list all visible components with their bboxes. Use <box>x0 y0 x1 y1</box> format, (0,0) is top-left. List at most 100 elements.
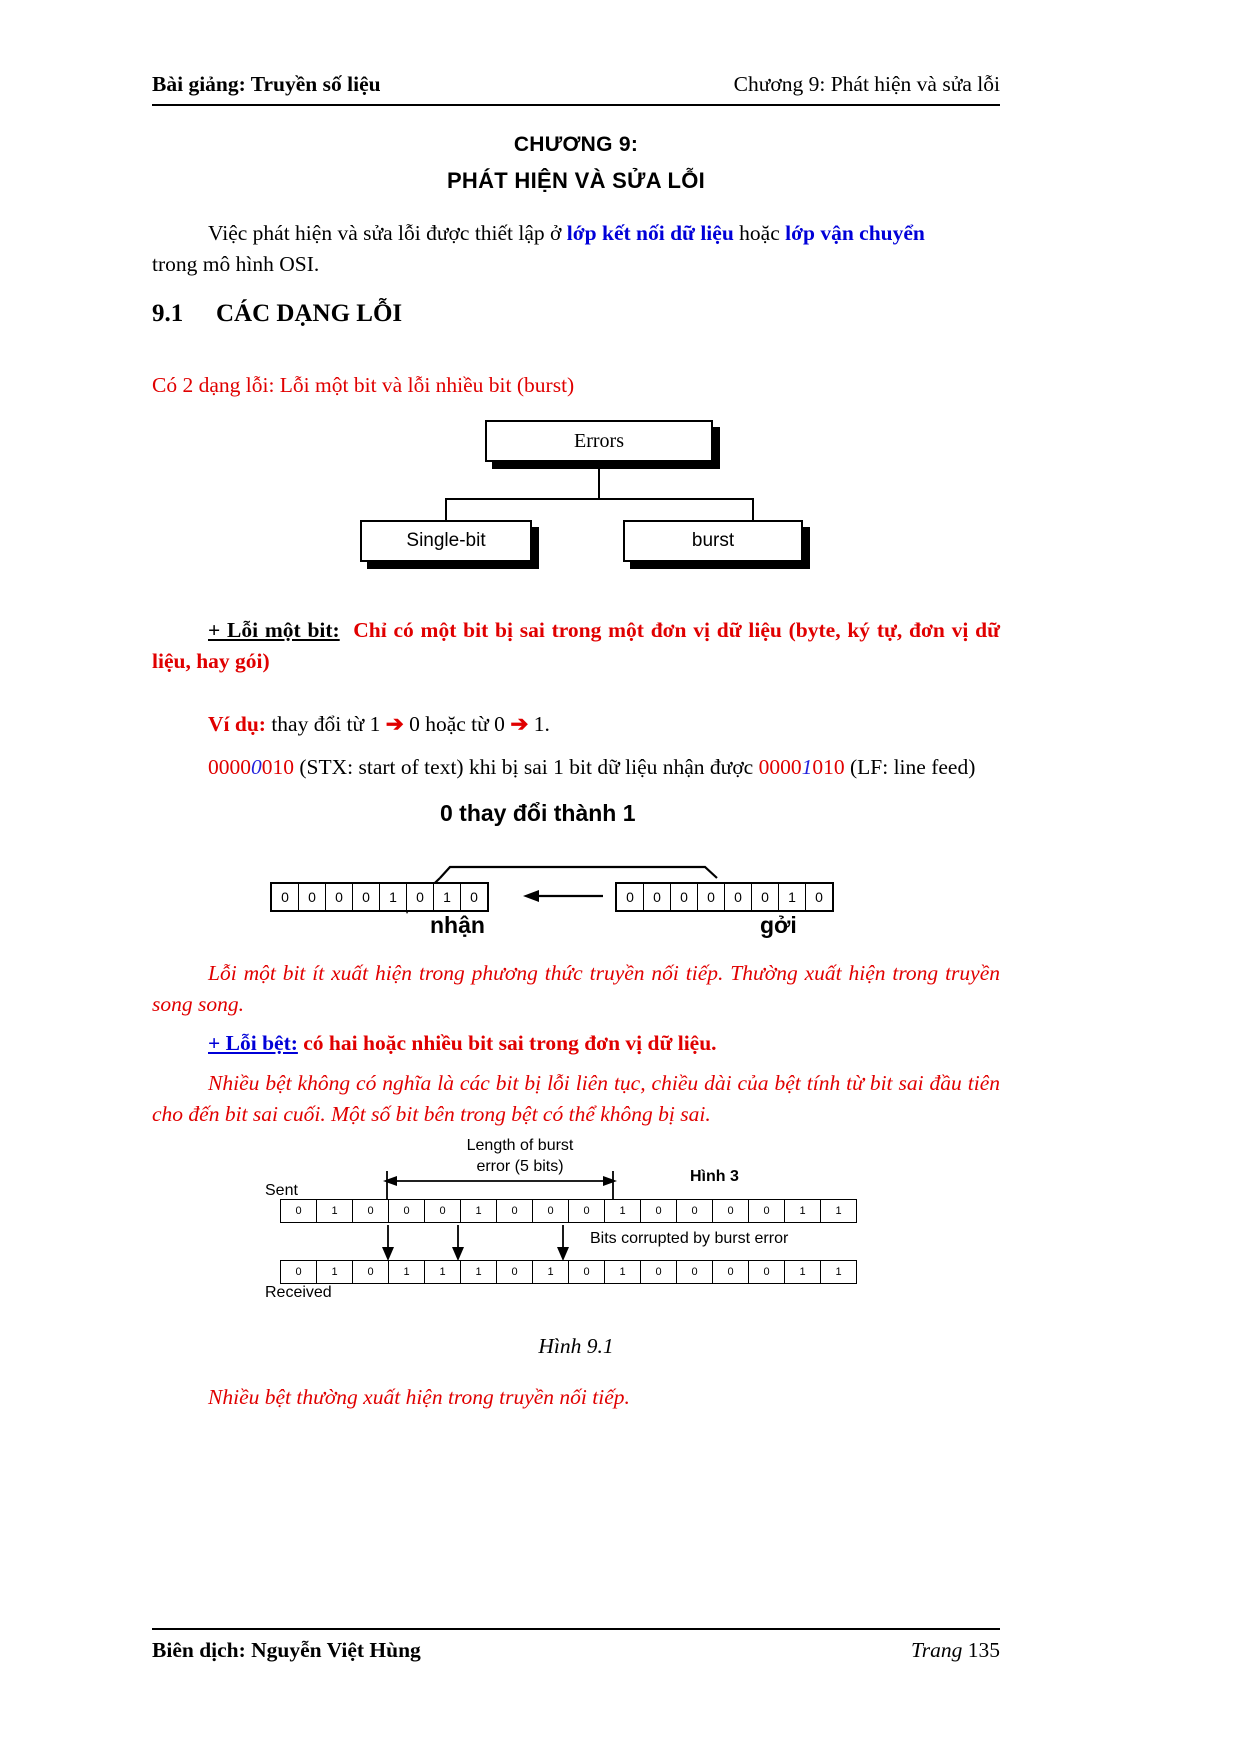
footer-translator: Biên dịch: Nguyễn Việt Hùng <box>152 1638 421 1662</box>
section-heading-9-1: 9.1 CÁC DẠNG LỖI <box>152 300 1000 328</box>
bit-cell: 1 <box>835 1266 842 1278</box>
bit-cell: 0 <box>281 1261 317 1283</box>
bit-cell: 0 <box>749 1200 785 1222</box>
bit-cell: 0 <box>353 1261 389 1283</box>
intro-text-1: Việc phát hiện và sửa lỗi được thiết lập… <box>208 221 567 245</box>
footer-page-number: 135 <box>967 1638 1000 1662</box>
example-text-b: 0 hoặc từ 0 <box>403 712 511 736</box>
footer-rule <box>152 1628 1000 1630</box>
bit-cell: 1 <box>380 884 407 910</box>
bit-cell: 0 <box>497 1200 533 1222</box>
bit-cell: 1 <box>389 1261 425 1283</box>
burst-explanation-text: Nhiều bệt không có nghĩa là các bit bị l… <box>152 1071 1000 1126</box>
bit-cell: 0 <box>281 1200 317 1222</box>
bit-cell: 0 <box>698 884 725 910</box>
bit-cell: 1 <box>533 1261 569 1283</box>
bit-cell: 0 <box>752 884 779 910</box>
running-header-left: Bài giảng: Truyền số liệu <box>152 72 381 96</box>
page-footer: Biên dịch: Nguyễn Việt Hùng Trang 135 <box>152 1638 1000 1663</box>
running-header: Bài giảng: Truyền số liệu Chương 9: Phát… <box>152 72 1000 97</box>
lf-bits-prefix: 0000 <box>758 755 802 779</box>
bit-cell: 0 <box>533 1200 569 1222</box>
intro-text-2: hoặc <box>733 221 786 245</box>
tree-connector-right <box>752 498 754 520</box>
bit-cell: 1 <box>425 1261 461 1283</box>
bit-cell: 0 <box>725 884 752 910</box>
single-bit-label: + Lỗi một bit: <box>208 618 340 642</box>
bit-cell: 0 <box>407 884 434 910</box>
received-label: nhận <box>430 912 485 938</box>
figure-caption-9-1: Hình 9.1 <box>538 1334 614 1358</box>
arrow-glyph-2: ➔ <box>510 712 529 736</box>
bit-cell: 1 <box>835 1205 842 1217</box>
bit-cell: 1 <box>317 1200 353 1222</box>
stx-mid-text: (STX: start of text) khi bị sai 1 bit dữ… <box>294 755 759 779</box>
chapter-number-title: CHƯƠNG 9: <box>513 133 639 156</box>
tree-connector-horizontal <box>445 498 754 500</box>
burst-explanation-paragraph: Nhiều bệt không có nghĩa là các bit bị l… <box>152 1068 1000 1130</box>
burst-measure-arrows <box>382 1171 617 1261</box>
burst-error-figure: Length of burst error (5 bits) Hình 3 Se… <box>265 1135 965 1315</box>
bit-cell: 0 <box>815 889 823 905</box>
stx-bits-suffix: 010 <box>261 755 294 779</box>
footer-page-label: Trang <box>910 1638 963 1662</box>
stx-lf-paragraph: 00000010 (STX: start of text) khi bị sai… <box>152 752 1000 783</box>
bit-cell: 1 <box>461 1200 497 1222</box>
single-bit-note: Lỗi một bit ít xuất hiện trong phương th… <box>152 958 1000 1020</box>
bit-cell: 0 <box>713 1200 749 1222</box>
single-bit-definition-paragraph: + Lỗi một bit: Chỉ có một bit bị sai tro… <box>152 615 1000 677</box>
intro-text-3: trong mô hình OSI. <box>152 252 320 276</box>
burst-sent-row: 0 1 0 0 0 1 0 0 0 1 0 0 0 0 1 1 <box>280 1199 857 1223</box>
single-bit-example-paragraph: Ví dụ: thay đổi từ 1 ➔ 0 hoặc từ 0 ➔ 1. <box>152 709 1000 740</box>
bit-cell: 0 <box>671 884 698 910</box>
bit-cell: 0 <box>299 884 326 910</box>
tree-connector-vertical <box>598 462 600 498</box>
burst-label: + Lỗi bệt: <box>208 1031 298 1055</box>
bit-cell: 0 <box>353 884 380 910</box>
header-rule <box>152 104 1000 106</box>
burst-definition-paragraph: + Lỗi bệt: có hai hoặc nhiều bit sai tro… <box>152 1028 1000 1059</box>
bit-cell: 1 <box>461 1261 497 1283</box>
bit-cell: 0 <box>713 1261 749 1283</box>
intro-link-transport-layer: lớp vận chuyển <box>785 221 925 245</box>
bit-cell: 0 <box>617 884 644 910</box>
bit-cell: 1 <box>605 1200 641 1222</box>
bit-cell: 1 <box>317 1261 353 1283</box>
document-page: Bài giảng: Truyền số liệu Chương 9: Phát… <box>0 0 1240 1754</box>
sent-label: gởi <box>760 912 797 938</box>
bit-cell: 0 <box>677 1261 713 1283</box>
tree-connector-left <box>445 498 447 520</box>
burst-note-text: Nhiều bệt thường xuất hiện trong truyền … <box>208 1385 630 1409</box>
tree-node-errors: Errors <box>485 420 713 462</box>
bit-cell: 0 <box>644 884 671 910</box>
burst-definition: có hai hoặc nhiều bit sai trong đơn vị d… <box>303 1031 717 1055</box>
running-header-right: Chương 9: Phát hiện và sửa lỗi <box>733 72 1000 96</box>
bit-cell: 0 <box>569 1200 605 1222</box>
error-kinds-line: Có 2 dạng lỗi: Lỗi một bit và lỗi nhiều … <box>152 373 575 397</box>
bit-cell: 0 <box>497 1261 533 1283</box>
example-text-a: thay đổi từ 1 <box>265 712 386 736</box>
bit-cell: 1 <box>785 1200 821 1222</box>
bit-cell: 0 <box>641 1200 677 1222</box>
bit-cell: 0 <box>272 884 299 910</box>
bit-cell: 0 <box>641 1261 677 1283</box>
bit-cell: 0 <box>389 1200 425 1222</box>
bit-cell: 0 <box>749 1261 785 1283</box>
single-bit-change-figure: 0 thay đổi thành 1 0 0 0 0 1 0 1 0 0 0 0… <box>255 800 955 945</box>
burst-received-row: 0 1 0 1 1 1 0 1 0 1 0 0 0 0 1 1 <box>280 1260 857 1284</box>
bit-cell: 0 <box>677 1200 713 1222</box>
intro-paragraph: Việc phát hiện và sửa lỗi được thiết lập… <box>152 218 1000 280</box>
bit-cell: 0 <box>353 1200 389 1222</box>
tree-node-burst: burst <box>623 520 803 562</box>
received-bit-row: 0 0 0 0 1 0 1 0 <box>270 882 489 912</box>
lf-bits-suffix: 010 <box>812 755 845 779</box>
bit-cell: 1 <box>605 1261 641 1283</box>
bit-cell: 0 <box>470 889 478 905</box>
intro-link-data-link-layer: lớp kết nối dữ liệu <box>566 221 734 245</box>
error-taxonomy-diagram: Errors Single-bit burst <box>355 415 825 562</box>
stx-bits-prefix: 0000 <box>208 755 251 779</box>
single-bit-note-text: Lỗi một bit ít xuất hiện trong phương th… <box>152 961 1000 1016</box>
bit-cell: 1 <box>434 884 461 910</box>
bit-cell: 1 <box>785 1261 821 1283</box>
section-title: CÁC DẠNG LỖI <box>216 300 403 327</box>
